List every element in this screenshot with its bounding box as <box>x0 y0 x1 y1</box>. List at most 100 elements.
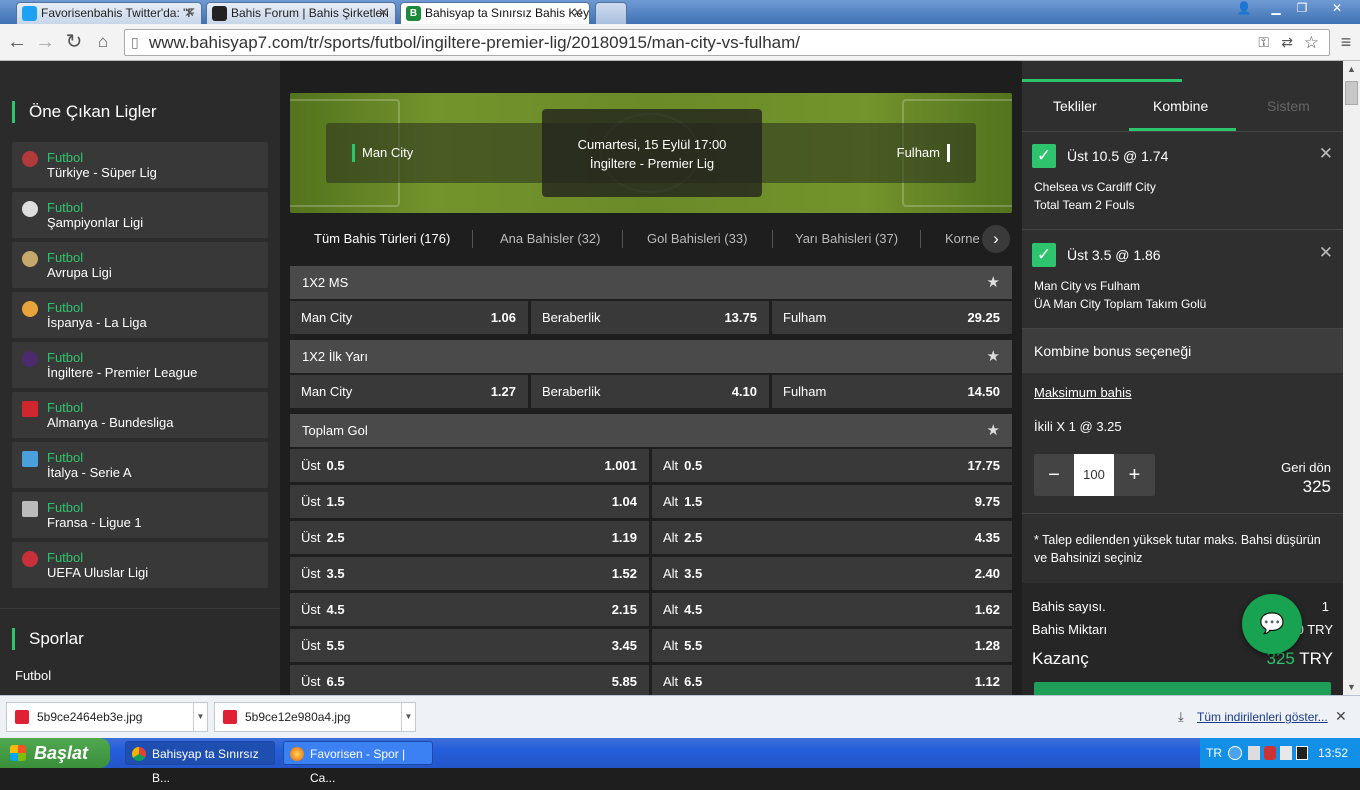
image-file-icon <box>15 710 29 724</box>
new-tab-button[interactable] <box>595 2 627 24</box>
minus-icon[interactable]: − <box>1034 454 1074 496</box>
close-icon[interactable]: ✕ <box>1335 708 1347 725</box>
odds-button[interactable]: Man City 1.27 <box>290 375 528 408</box>
odds-button[interactable]: Beraberlik 13.75 <box>531 301 769 334</box>
taskbar-item[interactable]: Favorisen - Spor | Ca... <box>283 741 433 785</box>
network-icon[interactable] <box>1248 746 1260 760</box>
browser-tab-twitter[interactable]: Favorisenbahis Twitter'da: "F ✕ <box>16 2 202 24</box>
download-item[interactable]: 5b9ce12e980a4.jpg ▼ <box>214 702 416 732</box>
back-arrow-icon[interactable] <box>1228 746 1242 760</box>
league-item[interactable]: Futbol UEFA Uluslar Ligi <box>12 542 268 588</box>
language-indicator[interactable]: TR <box>1206 738 1222 768</box>
close-icon[interactable]: ✕ <box>1319 243 1333 263</box>
league-item[interactable]: Futbol Almanya - Bundesliga <box>12 392 268 438</box>
odds-button[interactable]: Fulham 14.50 <box>772 375 1012 408</box>
close-tab-icon[interactable]: ✕ <box>378 3 389 23</box>
market-header[interactable]: 1X2 MS ★ <box>290 266 1012 299</box>
tab-half-markets[interactable]: Yarı Bahisleri (37) <box>795 231 898 246</box>
taskbar-item[interactable]: Bahisyap ta Sınırsız B... <box>125 741 275 785</box>
star-icon[interactable]: ★ <box>987 414 1000 447</box>
tab-goal-markets[interactable]: Gol Bahisleri (33) <box>647 231 747 246</box>
odds-button[interactable]: Man City 1.06 <box>290 301 528 334</box>
odds-button[interactable]: Fulham 29.25 <box>772 301 1012 334</box>
tab-combo[interactable]: Kombine <box>1153 98 1208 114</box>
place-bet-button[interactable] <box>1034 682 1331 695</box>
max-bet-link[interactable]: Maksimum bahis <box>1034 385 1132 400</box>
odds-button[interactable]: Alt 6.5 1.12 <box>652 665 1012 695</box>
checkbox-icon[interactable]: ✓ <box>1032 243 1056 267</box>
scroll-up-icon[interactable]: ▲ <box>1343 61 1360 77</box>
market-header[interactable]: 1X2 İlk Yarı ★ <box>290 340 1012 373</box>
tab-corner-markets[interactable]: Korne <box>945 231 980 246</box>
plus-icon[interactable]: + <box>1114 454 1155 496</box>
download-item[interactable]: 5b9ce2464eb3e.jpg ▼ <box>6 702 208 732</box>
star-icon[interactable]: ★ <box>987 266 1000 299</box>
translate-icon[interactable]: ⇄ <box>1281 30 1293 55</box>
chevron-right-icon[interactable]: › <box>982 225 1010 253</box>
start-button[interactable]: Başlat <box>0 738 110 768</box>
odds-button[interactable]: Üst 5.5 3.45 <box>290 629 649 662</box>
odds-button[interactable]: Alt 0.5 17.75 <box>652 449 1012 482</box>
app-tray-icon[interactable] <box>1296 746 1308 760</box>
league-item[interactable]: Futbol Fransa - Ligue 1 <box>12 492 268 538</box>
home-icon[interactable]: ⌂ <box>91 30 115 54</box>
tab-main-markets[interactable]: Ana Bahisler (32) <box>500 231 600 246</box>
odds-button[interactable]: Beraberlik 4.10 <box>531 375 769 408</box>
league-item[interactable]: Futbol İngiltere - Premier League <box>12 342 268 388</box>
star-icon[interactable]: ☆ <box>1304 30 1319 55</box>
sport-link-futbol[interactable]: Futbol <box>15 668 51 683</box>
browser-tab-forum[interactable]: Bahis Forum | Bahis Şirketleri ✕ <box>206 2 396 24</box>
chevron-down-icon[interactable]: ▼ <box>401 703 415 731</box>
tab-single[interactable]: Tekliler <box>1053 98 1097 114</box>
volume-icon[interactable] <box>1280 746 1292 760</box>
user-icon[interactable]: 👤 <box>1232 0 1256 16</box>
odds-button[interactable]: Alt 4.5 1.62 <box>652 593 1012 626</box>
combo-bonus-row[interactable]: Kombine bonus seçeneği <box>1022 329 1343 373</box>
browser-tab-bahisyap[interactable]: B Bahisyap ta Sınırsız Bahis Key ✕ <box>400 2 590 24</box>
chat-icon[interactable]: 💬 <box>1242 594 1302 654</box>
checkbox-icon[interactable]: ✓ <box>1032 144 1056 168</box>
restore-icon[interactable]: ❐ <box>1290 0 1314 16</box>
odds-value: 1.52 <box>611 566 637 581</box>
close-window-icon[interactable]: ✕ <box>1322 0 1352 16</box>
minimize-icon[interactable]: ▁ <box>1264 0 1288 16</box>
odds-button[interactable]: Alt 2.5 4.35 <box>652 521 1012 554</box>
forward-icon[interactable]: → <box>33 30 57 54</box>
odds-button[interactable]: Alt 5.5 1.28 <box>652 629 1012 662</box>
odds-button[interactable]: Üst 4.5 2.15 <box>290 593 649 626</box>
league-item[interactable]: Futbol İspanya - La Liga <box>12 292 268 338</box>
league-logo-icon <box>22 501 38 517</box>
close-tab-icon[interactable]: ✕ <box>184 3 195 23</box>
scroll-down-icon[interactable]: ▼ <box>1343 679 1360 695</box>
league-item[interactable]: Futbol Avrupa Ligi <box>12 242 268 288</box>
league-item[interactable]: Futbol Şampiyonlar Ligi <box>12 192 268 238</box>
odds-button[interactable]: Alt 1.5 9.75 <box>652 485 1012 518</box>
reload-icon[interactable]: ↻ <box>62 30 86 54</box>
close-icon[interactable]: ✕ <box>1319 144 1333 164</box>
league-item[interactable]: Futbol İtalya - Serie A <box>12 442 268 488</box>
odds-button[interactable]: Üst 1.5 1.04 <box>290 485 649 518</box>
chevron-down-icon[interactable]: ▼ <box>193 703 207 731</box>
league-item[interactable]: Futbol Türkiye - Süper Lig <box>12 142 268 188</box>
tab-system[interactable]: Sistem <box>1267 98 1310 114</box>
star-icon[interactable]: ★ <box>987 340 1000 373</box>
stake-input[interactable]: 100 <box>1074 454 1114 496</box>
address-bar[interactable]: ▯ www.bahisyap7.com/tr/sports/futbol/ing… <box>124 29 1330 56</box>
odds-button[interactable]: Alt 3.5 2.40 <box>652 557 1012 590</box>
menu-icon[interactable]: ≡ <box>1334 30 1358 54</box>
back-icon[interactable]: ← <box>5 30 29 54</box>
key-icon[interactable]: ⚿ <box>1258 30 1269 55</box>
tab-all-markets[interactable]: Tüm Bahis Türleri (176) <box>314 231 450 246</box>
page-scrollbar[interactable]: ▲ ▼ <box>1343 61 1360 695</box>
odds-button[interactable]: Üst 6.5 5.85 <box>290 665 649 695</box>
scrollbar-thumb[interactable] <box>1345 81 1358 105</box>
odds-value: 1.04 <box>611 494 637 509</box>
odds-button[interactable]: Üst 0.5 1.001 <box>290 449 649 482</box>
show-all-downloads-link[interactable]: Tüm indirilenleri göster... <box>1197 710 1328 724</box>
antivirus-icon[interactable] <box>1264 746 1276 760</box>
close-tab-icon[interactable]: ✕ <box>572 3 583 23</box>
market-header[interactable]: Toplam Gol ★ <box>290 414 1012 447</box>
odds-button[interactable]: Üst 2.5 1.19 <box>290 521 649 554</box>
combo-line: İkili X 1 @ 3.25 <box>1034 419 1122 434</box>
odds-button[interactable]: Üst 3.5 1.52 <box>290 557 649 590</box>
